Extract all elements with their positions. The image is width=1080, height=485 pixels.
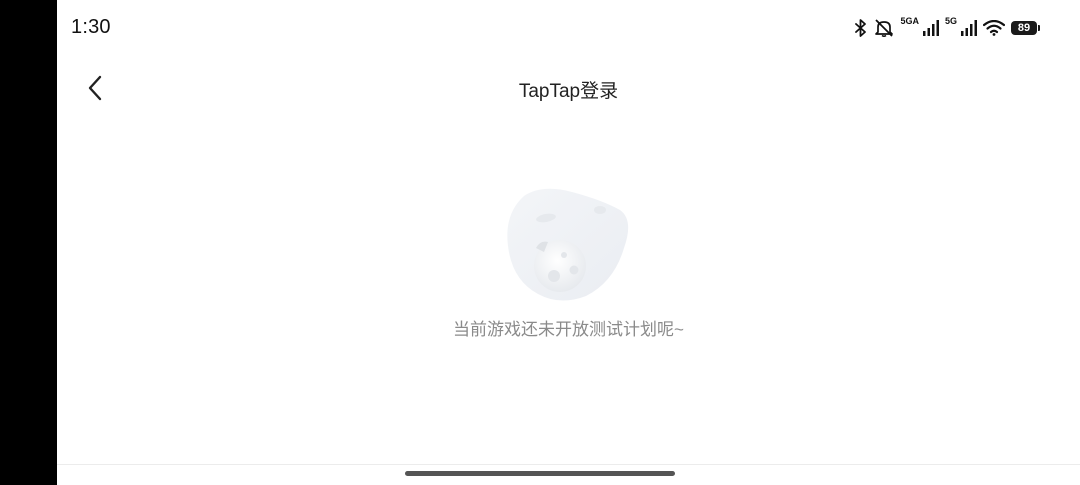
battery-icon: 89: [1011, 21, 1040, 35]
mute-icon: [874, 19, 894, 37]
empty-state-message: 当前游戏还未开放测试计划呢~: [453, 320, 684, 339]
status-icons: 5GA 5G 89: [854, 15, 1040, 41]
left-black-bar: [0, 0, 57, 485]
page-title: TapTap登录: [518, 81, 619, 102]
signal-icon: [961, 20, 977, 36]
bluetooth-icon: [854, 19, 868, 37]
battery-level: 89: [1011, 21, 1037, 35]
bottom-divider: [57, 464, 1080, 465]
signal-icon: [922, 20, 939, 36]
status-time: 1:30: [71, 16, 111, 38]
home-indicator[interactable]: [405, 471, 675, 476]
battery-cap: [1038, 25, 1040, 31]
app-screen: 1:30 5GA 5G 89 TapTap登录 当前游戏还未开放测试计划呢~: [57, 0, 1080, 485]
network-type-1: 5GA: [900, 16, 919, 26]
planet-illustration: [507, 188, 629, 301]
wifi-icon: [983, 20, 1005, 36]
network-type-2: 5G: [944, 16, 957, 26]
